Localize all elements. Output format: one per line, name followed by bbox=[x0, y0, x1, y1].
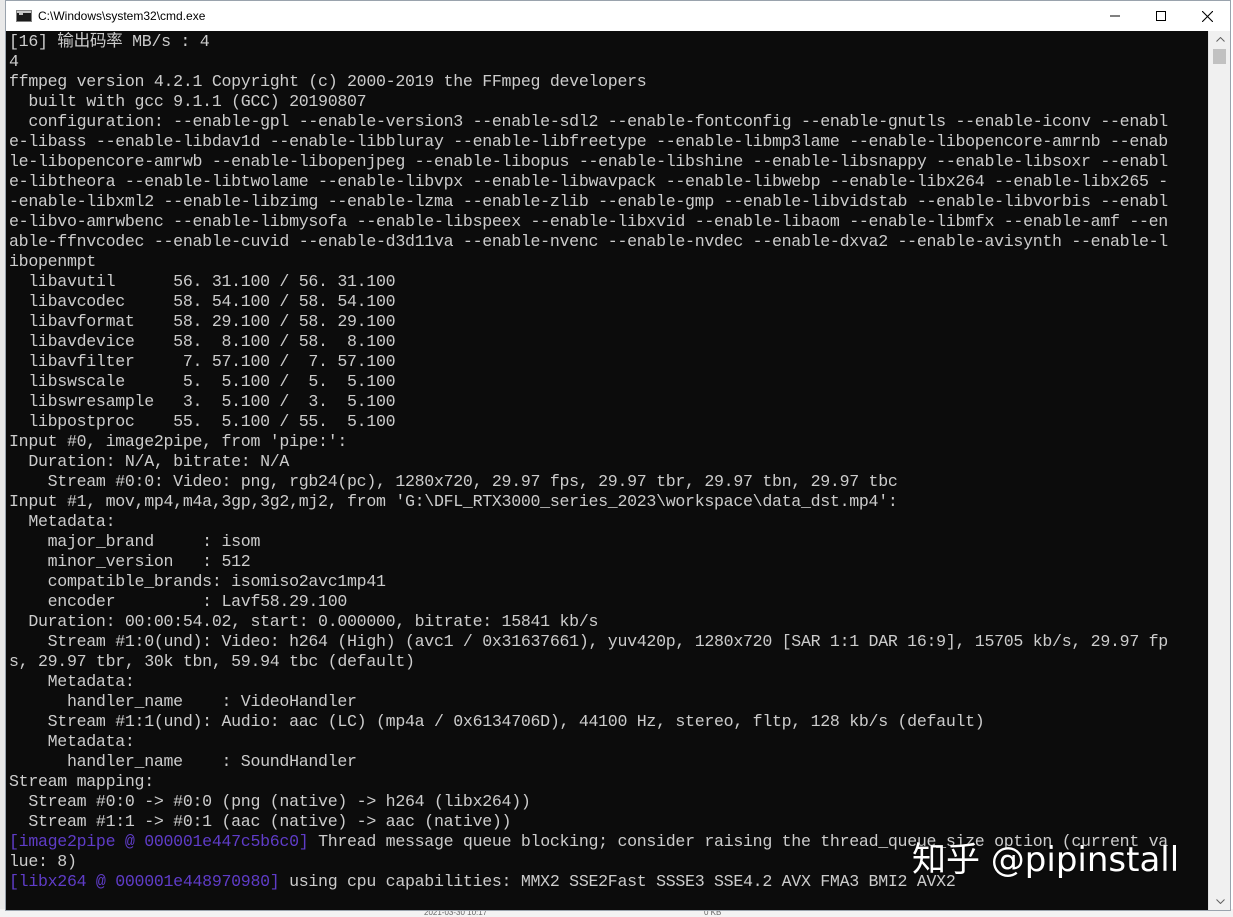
console-line: Stream #0:0: Video: png, rgb24(pc), 1280… bbox=[9, 472, 898, 491]
console-line-tagged: [image2pipe @ 000001e447c5b6c0] Thread m… bbox=[9, 832, 1168, 852]
cmd-icon[interactable] bbox=[16, 10, 32, 22]
console-line: handler_name : VideoHandler bbox=[9, 692, 357, 711]
cmd-window[interactable]: C:\Windows\system32\cmd.exe [16] 输出码率 MB… bbox=[5, 0, 1231, 911]
console-line-tagged: lue: 8) bbox=[9, 852, 77, 872]
console-line: libavutil 56. 31.100 / 56. 31.100 bbox=[9, 272, 396, 291]
close-button[interactable] bbox=[1184, 1, 1230, 31]
console-line: libpostproc 55. 5.100 / 55. 5.100 bbox=[9, 412, 396, 431]
vertical-scrollbar[interactable] bbox=[1208, 31, 1230, 910]
chevron-up-icon bbox=[1215, 37, 1225, 42]
console-line: Stream mapping: bbox=[9, 772, 154, 791]
console-line: e-libvo-amrwbenc --enable-libmysofa --en… bbox=[9, 212, 1168, 231]
console-line: configuration: --enable-gpl --enable-ver… bbox=[9, 112, 1168, 131]
console-line: ibopenmpt bbox=[9, 252, 96, 271]
console-line: major_brand : isom bbox=[9, 532, 261, 551]
console-line: [16] 输出码率 MB/s : 4 bbox=[9, 32, 210, 51]
console-line: Stream #1:1(und): Audio: aac (LC) (mp4a … bbox=[9, 712, 985, 731]
title-bar[interactable]: C:\Windows\system32\cmd.exe bbox=[6, 1, 1230, 31]
window-title: C:\Windows\system32\cmd.exe bbox=[38, 9, 206, 23]
scroll-thumb[interactable] bbox=[1213, 49, 1226, 64]
window-controls bbox=[1092, 1, 1230, 31]
console-line: -enable-libxml2 --enable-libzimg --enabl… bbox=[9, 192, 1168, 211]
console-line: Duration: N/A, bitrate: N/A bbox=[9, 452, 290, 471]
console-line: Metadata: bbox=[9, 672, 135, 691]
console-line: compatible_brands: isomiso2avc1mp41 bbox=[9, 572, 386, 591]
console-line: Stream #1:0(und): Video: h264 (High) (av… bbox=[9, 632, 1169, 651]
console-line: Stream #1:1 -> #0:1 (aac (native) -> aac… bbox=[9, 812, 512, 831]
console-line: Input #0, image2pipe, from 'pipe:': bbox=[9, 432, 348, 451]
console-line: e-libass --enable-libdav1d --enable-libb… bbox=[9, 132, 1168, 151]
console-line: Metadata: bbox=[9, 732, 135, 751]
console-line: libavdevice 58. 8.100 / 58. 8.100 bbox=[9, 332, 396, 351]
maximize-button[interactable] bbox=[1138, 1, 1184, 31]
console-line: libavfilter 7. 57.100 / 7. 57.100 bbox=[9, 352, 396, 371]
log-message: using cpu capabilities: MMX2 SSE2Fast SS… bbox=[279, 872, 956, 891]
console-line: able-ffnvcodec --enable-cuvid --enable-d… bbox=[9, 232, 1168, 251]
console-line: s, 29.97 tbr, 30k tbn, 59.94 tbc (defaul… bbox=[9, 652, 415, 671]
scroll-down-button[interactable] bbox=[1209, 893, 1231, 910]
minimize-icon bbox=[1110, 15, 1120, 17]
console-line: e-libtheora --enable-libtwolame --enable… bbox=[9, 172, 1168, 191]
scroll-up-button[interactable] bbox=[1209, 31, 1231, 48]
log-message: Thread message queue blocking; consider … bbox=[308, 832, 1168, 851]
console-line: built with gcc 9.1.1 (GCC) 20190807 bbox=[9, 92, 367, 111]
console-line: 4 bbox=[9, 52, 19, 71]
console-line: handler_name : SoundHandler bbox=[9, 752, 357, 771]
console-line: le-libopencore-amrwb --enable-libopenjpe… bbox=[9, 152, 1168, 171]
console-line: Metadata: bbox=[9, 512, 116, 531]
console-line: encoder : Lavf58.29.100 bbox=[9, 592, 348, 611]
close-icon bbox=[1201, 10, 1213, 22]
console-line: ffmpeg version 4.2.1 Copyright (c) 2000-… bbox=[9, 72, 647, 91]
console-line-tagged: [libx264 @ 000001e448970980] using cpu c… bbox=[9, 872, 956, 892]
log-source-tag: [image2pipe @ 000001e447c5b6c0] bbox=[9, 832, 309, 851]
console-line: libavformat 58. 29.100 / 58. 29.100 bbox=[9, 312, 396, 331]
console-line: libswscale 5. 5.100 / 5. 5.100 bbox=[9, 372, 396, 391]
console-output[interactable]: [16] 输出码率 MB/s : 4 4 ffmpeg version 4.2.1 … bbox=[6, 31, 1208, 910]
chevron-down-icon bbox=[1215, 899, 1225, 904]
minimize-button[interactable] bbox=[1092, 1, 1138, 31]
console-line: libswresample 3. 5.100 / 3. 5.100 bbox=[9, 392, 396, 411]
console-line: minor_version : 512 bbox=[9, 552, 251, 571]
console-line: libavcodec 58. 54.100 / 58. 54.100 bbox=[9, 292, 396, 311]
console-line: Stream #0:0 -> #0:0 (png (native) -> h26… bbox=[9, 792, 531, 811]
console-line: Input #1, mov,mp4,m4a,3gp,3g2,mj2, from … bbox=[9, 492, 898, 511]
console-line: Duration: 00:00:54.02, start: 0.000000, … bbox=[9, 612, 599, 631]
log-source-tag: [libx264 @ 000001e448970980] bbox=[9, 872, 280, 891]
log-message: lue: 8) bbox=[9, 852, 77, 871]
maximize-icon bbox=[1156, 11, 1166, 21]
